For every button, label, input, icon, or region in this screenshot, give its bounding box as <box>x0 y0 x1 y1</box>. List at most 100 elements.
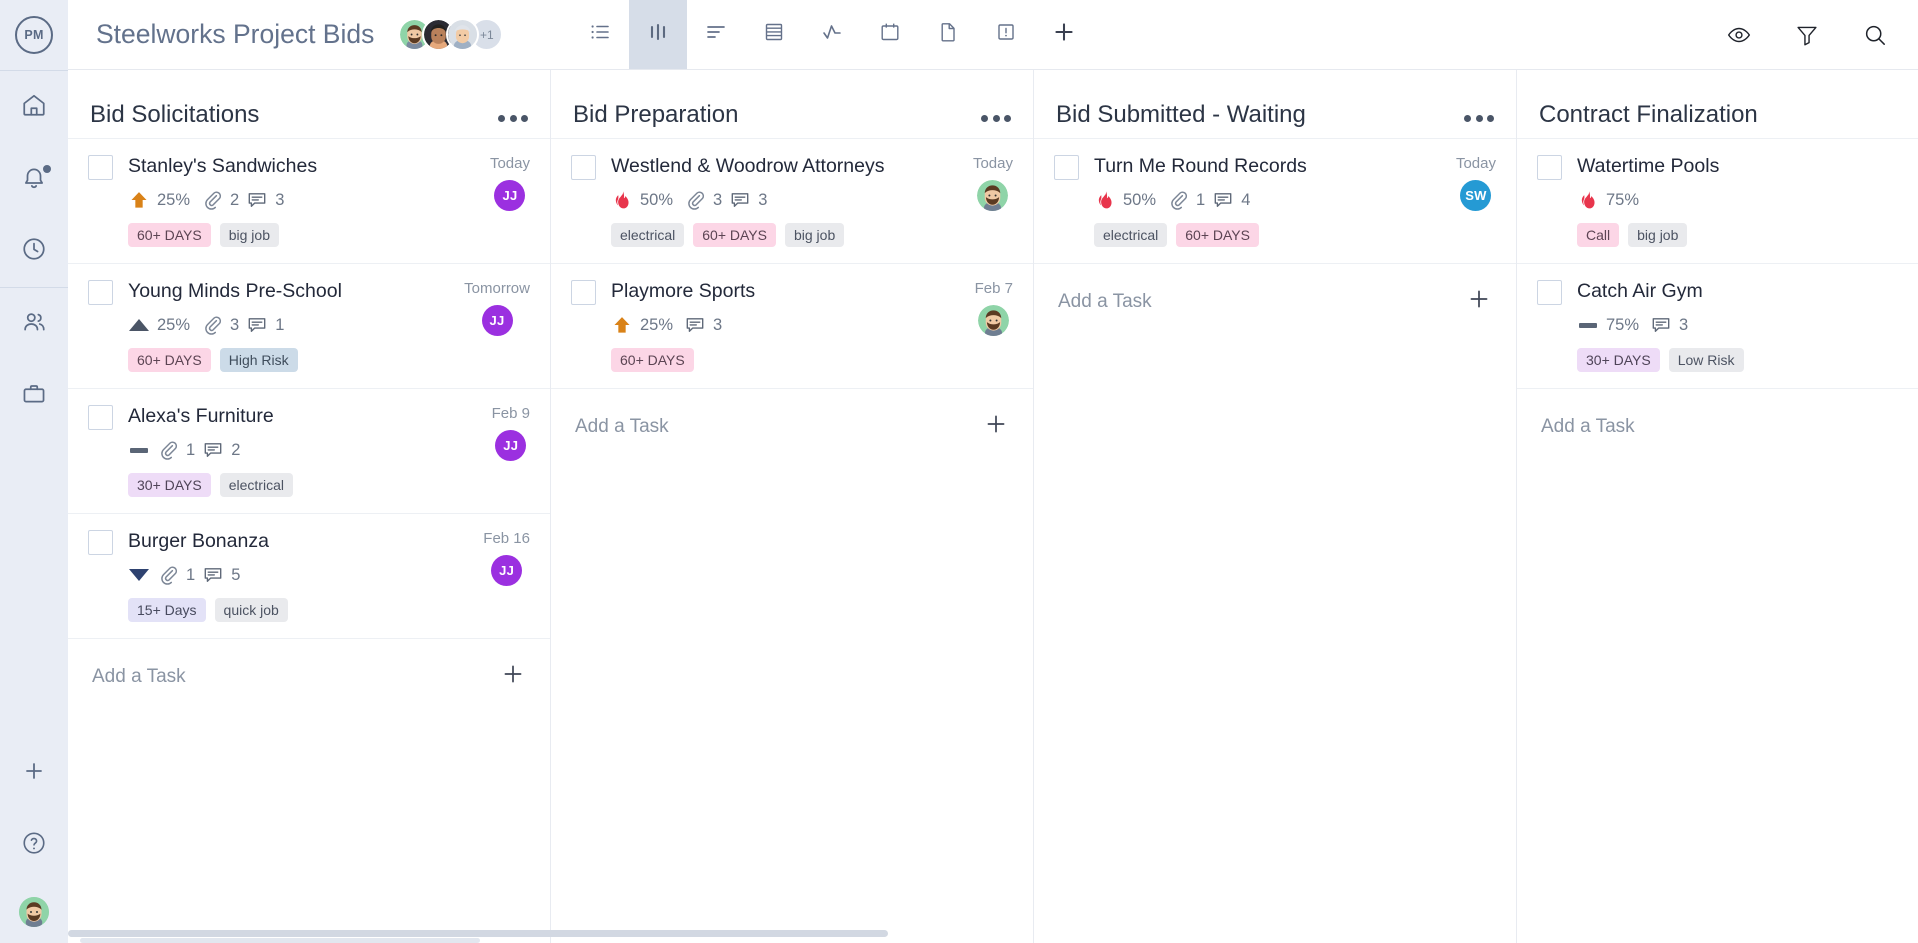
dot <box>521 115 528 122</box>
task-title: Catch Air Gym <box>1577 278 1918 304</box>
add-task-button[interactable]: Add a Task <box>68 638 550 714</box>
task-tag[interactable]: 60+ DAYS <box>1176 223 1259 247</box>
document-icon <box>936 20 960 49</box>
help-circle-icon <box>21 830 47 861</box>
tab-sheet-view[interactable] <box>745 0 803 69</box>
task-checkbox[interactable] <box>88 280 113 305</box>
sidebar-account-avatar[interactable] <box>0 881 68 943</box>
comment-icon <box>246 189 268 211</box>
plus-icon <box>983 411 1009 442</box>
column-header: Contract Finalization <box>1517 70 1918 138</box>
task-card[interactable]: Westlend & Woodrow Attorneys50%33electri… <box>551 138 1033 263</box>
sidebar-item-portfolio[interactable] <box>0 360 68 432</box>
kanban-icon <box>646 20 670 49</box>
task-card[interactable]: Alexa's Furniture1230+ DAYSelectricalFeb… <box>68 388 550 513</box>
notification-badge-dot <box>43 165 51 173</box>
assignee-avatar[interactable]: JJ <box>491 555 522 586</box>
task-checkbox[interactable] <box>88 155 113 180</box>
assignee-avatar[interactable]: JJ <box>495 430 526 461</box>
task-card[interactable]: Watertime Pools75%Callbig job <box>1517 138 1918 263</box>
card-main-row: Westlend & Woodrow Attorneys50%33electri… <box>571 153 1013 247</box>
task-card[interactable]: Playmore Sports25%360+ DAYSFeb 7 <box>551 263 1033 388</box>
sidebar-add-button[interactable] <box>0 737 68 809</box>
task-tag[interactable]: High Risk <box>220 348 298 372</box>
task-tag[interactable]: Call <box>1577 223 1619 247</box>
kanban-board[interactable]: Bid SolicitationsStanley's Sandwiches25%… <box>68 70 1918 943</box>
projectmanager-logo[interactable]: PM <box>0 0 68 70</box>
tab-calendar-view[interactable] <box>861 0 919 69</box>
task-tag[interactable]: 30+ DAYS <box>128 473 211 497</box>
assignee-avatar[interactable] <box>978 305 1009 336</box>
column-scrollbar[interactable] <box>80 938 480 943</box>
scrollbar-thumb[interactable] <box>68 930 888 937</box>
tab-files-view[interactable] <box>919 0 977 69</box>
dot <box>498 115 505 122</box>
tab-board-view[interactable] <box>629 0 687 69</box>
task-card[interactable]: Burger Bonanza1515+ Daysquick jobFeb 16J… <box>68 513 550 638</box>
task-title: Burger Bonanza <box>128 528 530 554</box>
task-tag[interactable]: electrical <box>611 223 684 247</box>
sidebar-item-people[interactable] <box>0 288 68 360</box>
due-date: Feb 16 <box>483 530 530 547</box>
comment-count: 3 <box>275 191 284 210</box>
horizontal-scrollbar[interactable] <box>68 930 1918 937</box>
task-tag[interactable]: big job <box>785 223 844 247</box>
add-task-button[interactable]: Add a Task <box>1034 263 1516 339</box>
task-tag[interactable]: big job <box>220 223 279 247</box>
task-tag[interactable]: 30+ DAYS <box>1577 348 1660 372</box>
task-checkbox[interactable] <box>88 405 113 430</box>
task-tag[interactable]: electrical <box>1094 223 1167 247</box>
task-card[interactable]: Stanley's Sandwiches25%2360+ DAYSbig job… <box>68 138 550 263</box>
due-date: Feb 9 <box>492 405 530 422</box>
tab-risks-view[interactable] <box>977 0 1035 69</box>
assignee-avatar[interactable]: JJ <box>482 305 513 336</box>
task-card[interactable]: Young Minds Pre-School25%3160+ DAYSHigh … <box>68 263 550 388</box>
paperclip-icon <box>157 439 179 461</box>
tab-workload-view[interactable] <box>803 0 861 69</box>
task-checkbox[interactable] <box>1054 155 1079 180</box>
sidebar-item-notifications[interactable] <box>0 143 68 215</box>
tab-list-view[interactable] <box>571 0 629 69</box>
task-tag[interactable]: 15+ Days <box>128 598 206 622</box>
due-date: Feb 7 <box>975 280 1013 297</box>
task-checkbox[interactable] <box>1537 280 1562 305</box>
column-menu-button[interactable] <box>973 109 1011 122</box>
assignee-avatar[interactable]: JJ <box>494 180 525 211</box>
column-menu-button[interactable] <box>1456 109 1494 122</box>
card-body: Turn Me Round Records50%14electrical60+ … <box>1094 153 1496 247</box>
attachment-count: 1 <box>186 566 195 585</box>
task-checkbox[interactable] <box>1537 155 1562 180</box>
sidebar-item-timesheets[interactable] <box>0 215 68 287</box>
task-card[interactable]: Turn Me Round Records50%14electrical60+ … <box>1034 138 1516 263</box>
due-date: Today <box>490 155 530 172</box>
search-button[interactable] <box>1862 22 1888 48</box>
task-tag[interactable]: big job <box>1628 223 1687 247</box>
visibility-button[interactable] <box>1726 22 1752 48</box>
filter-button[interactable] <box>1794 22 1820 48</box>
assignee-avatar[interactable] <box>977 180 1008 211</box>
tag-list: electrical 60+ DAYS big job <box>611 223 1013 247</box>
tab-gantt-view[interactable] <box>687 0 745 69</box>
add-task-button[interactable]: Add a Task <box>1517 388 1918 464</box>
task-tag[interactable]: 60+ DAYS <box>611 348 694 372</box>
tab-add-view[interactable] <box>1035 0 1093 69</box>
comment-icon <box>729 189 751 211</box>
task-tag[interactable]: quick job <box>215 598 288 622</box>
task-checkbox[interactable] <box>571 280 596 305</box>
task-checkbox[interactable] <box>88 530 113 555</box>
add-task-button[interactable]: Add a Task <box>551 388 1033 464</box>
card-meta-right: Feb 9 JJ <box>492 405 530 461</box>
column-menu-button[interactable] <box>490 109 528 122</box>
sidebar-help-button[interactable] <box>0 809 68 881</box>
sidebar-item-home[interactable] <box>0 71 68 143</box>
task-checkbox[interactable] <box>571 155 596 180</box>
avatar-face <box>19 897 49 927</box>
board-column: Bid PreparationWestlend & Woodrow Attorn… <box>551 70 1034 943</box>
task-tag[interactable]: 60+ DAYS <box>128 348 211 372</box>
task-tag[interactable]: 60+ DAYS <box>693 223 776 247</box>
task-tag[interactable]: electrical <box>220 473 293 497</box>
task-tag[interactable]: 60+ DAYS <box>128 223 211 247</box>
task-card[interactable]: Catch Air Gym75%330+ DAYSLow Risk <box>1517 263 1918 388</box>
assignee-avatar[interactable]: SW <box>1460 180 1491 211</box>
task-tag[interactable]: Low Risk <box>1669 348 1744 372</box>
